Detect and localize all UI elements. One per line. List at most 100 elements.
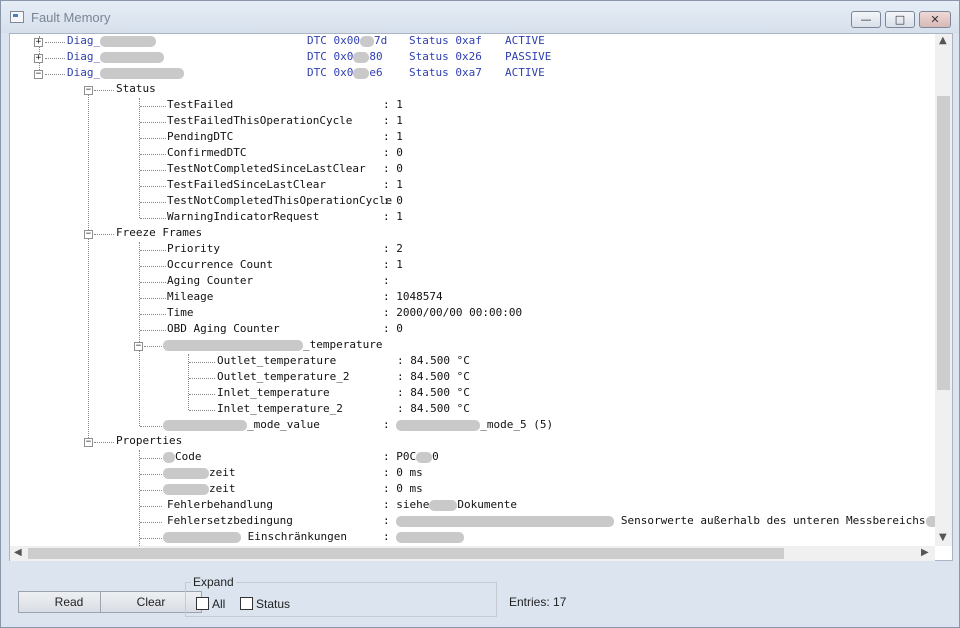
maximize-button[interactable]: □	[885, 11, 915, 28]
freeze-frames-group-label[interactable]: Freeze Frames	[116, 226, 202, 242]
expand-all-checkbox[interactable]	[196, 597, 209, 610]
freeze-frame-item-value: : 1	[383, 258, 403, 271]
status-item-label[interactable]: TestNotCompletedThisOperationCycle	[167, 194, 392, 210]
dtc-code: DTC 0x00	[307, 34, 360, 47]
property-einschraenkungen[interactable]: Einschränkungen	[163, 530, 347, 546]
status-item-value: : 0	[383, 194, 403, 207]
property-label: zeit	[209, 466, 236, 479]
freeze-frame-item-value: : 0	[383, 322, 403, 335]
freeze-frame-item-label[interactable]: Priority	[167, 242, 220, 258]
diag-name: Diag_	[67, 66, 101, 79]
title-bar[interactable]: Fault Memory — □ ✕	[1, 1, 959, 33]
scroll-up-icon[interactable]: ▲	[939, 35, 947, 46]
redacted-text	[100, 35, 157, 47]
collapse-toggle[interactable]: −	[84, 86, 93, 95]
diag-name: Diag_	[67, 50, 101, 63]
property-code-value: : P0C 0	[383, 450, 439, 466]
property-zeit-2[interactable]: zeit	[163, 482, 236, 498]
vertical-scroll-thumb[interactable]	[937, 96, 950, 390]
redacted-text	[163, 483, 209, 495]
scroll-down-icon[interactable]: ▼	[939, 532, 947, 543]
temperature-item-label[interactable]: Inlet_temperature_2	[217, 402, 343, 418]
redacted-text	[396, 419, 481, 431]
property-value: :	[383, 514, 390, 527]
minimize-button[interactable]: —	[851, 11, 881, 28]
property-zeit-1[interactable]: zeit	[163, 466, 236, 482]
freeze-frame-item-label[interactable]: OBD Aging Counter	[167, 322, 280, 338]
expand-all-label[interactable]: All	[212, 597, 225, 611]
fault-tree-panel: + Diag_ DTC 0x00 7d Status 0xaf ACTIVE + …	[9, 33, 953, 561]
close-icon: ✕	[930, 13, 940, 26]
mode-value-label[interactable]: _mode_value	[163, 418, 320, 434]
status-item-value: : 0	[383, 146, 403, 159]
close-button[interactable]: ✕	[919, 11, 951, 28]
freeze-frame-item-label[interactable]: Time	[167, 306, 194, 322]
freeze-frame-item-label[interactable]: Occurrence Count	[167, 258, 273, 274]
redacted-text	[396, 515, 615, 527]
collapse-toggle[interactable]: −	[34, 70, 43, 79]
diag-name: Diag_	[67, 34, 101, 47]
property-value-tail: Sensorwerte außerhalb des unteren Messbe…	[620, 514, 926, 527]
dtc-tail: e6	[369, 66, 383, 79]
diag-row[interactable]: Diag_	[67, 66, 185, 82]
status-item-label[interactable]: ConfirmedDTC	[167, 146, 246, 162]
fault-tree[interactable]: + Diag_ DTC 0x00 7d Status 0xaf ACTIVE + …	[10, 34, 935, 546]
property-fehlersetzbedingung[interactable]: Fehlersetzbedingung	[167, 514, 293, 530]
expand-status-checkbox[interactable]	[240, 597, 253, 610]
property-fehlerbehandlung[interactable]: Fehlerbehandlung	[167, 498, 273, 514]
property-value: :	[383, 530, 390, 543]
expand-toggle[interactable]: +	[34, 38, 43, 47]
dtc-tail: 80	[369, 50, 383, 63]
property-zeit-1-value: : 0 ms	[383, 466, 423, 479]
mode-value-suffix: _mode_5 (5)	[480, 418, 554, 431]
redacted-text	[396, 531, 465, 543]
status-item-label[interactable]: TestFailedSinceLastClear	[167, 178, 326, 194]
property-value-tail: 0	[432, 450, 439, 463]
window-title: Fault Memory	[31, 10, 111, 25]
temperature-group-label[interactable]: _temperature	[163, 338, 382, 354]
dtc-code: DTC 0x0	[307, 50, 354, 63]
freeze-frame-item-label[interactable]: Aging Counter	[167, 274, 253, 290]
horizontal-scrollbar[interactable]: ◀ ▶	[10, 546, 935, 561]
scroll-right-icon[interactable]: ▶	[921, 547, 929, 558]
diag-row[interactable]: Diag_	[67, 34, 157, 50]
diag-status: Status 0x26	[409, 50, 482, 63]
property-value-tail: Dokumente	[457, 498, 517, 511]
redacted-text	[163, 531, 241, 543]
status-item-value: : 1	[383, 130, 403, 143]
vertical-scrollbar[interactable]: ▲ ▼	[935, 34, 952, 546]
expand-status-label[interactable]: Status	[256, 597, 290, 611]
minimize-icon: —	[860, 13, 872, 26]
freeze-frame-item-value: : 2	[383, 242, 403, 255]
properties-group-label[interactable]: Properties	[116, 434, 182, 450]
diag-row[interactable]: Diag_	[67, 50, 165, 66]
temperature-item-label[interactable]: Inlet_temperature	[217, 386, 330, 402]
collapse-toggle[interactable]: −	[84, 230, 93, 239]
status-item-label[interactable]: TestNotCompletedSinceLastClear	[167, 162, 366, 178]
property-code[interactable]: Code	[163, 450, 202, 466]
diag-dtc: DTC 0x0 e6	[307, 66, 383, 82]
bottom-panel: Read Clear Expand All Status Entries: 17	[9, 567, 953, 621]
temperature-item-value: : 84.500 °C	[397, 354, 470, 367]
status-item-label[interactable]: TestFailed	[167, 98, 233, 114]
temperature-item-value: : 84.500 °C	[397, 370, 470, 383]
status-item-label[interactable]: WarningIndicatorRequest	[167, 210, 319, 226]
property-label: Einschränkungen	[247, 530, 347, 543]
collapse-toggle[interactable]: −	[134, 342, 143, 351]
freeze-frame-item-value: :	[383, 274, 390, 287]
status-item-value: : 1	[383, 114, 403, 127]
temperature-item-value: : 84.500 °C	[397, 386, 470, 399]
horizontal-scroll-thumb[interactable]	[28, 548, 784, 559]
redacted-text	[163, 339, 303, 351]
redacted-text	[359, 35, 374, 47]
freeze-frame-item-label[interactable]: Mileage	[167, 290, 213, 306]
redacted-text	[353, 67, 370, 79]
status-item-label[interactable]: PendingDTC	[167, 130, 233, 146]
collapse-toggle[interactable]: −	[84, 438, 93, 447]
expand-toggle[interactable]: +	[34, 54, 43, 63]
temperature-item-label[interactable]: Outlet_temperature	[217, 354, 336, 370]
status-group-label[interactable]: Status	[116, 82, 156, 98]
temperature-item-label[interactable]: Outlet_temperature_2	[217, 370, 349, 386]
scroll-left-icon[interactable]: ◀	[14, 547, 22, 558]
status-item-label[interactable]: TestFailedThisOperationCycle	[167, 114, 352, 130]
